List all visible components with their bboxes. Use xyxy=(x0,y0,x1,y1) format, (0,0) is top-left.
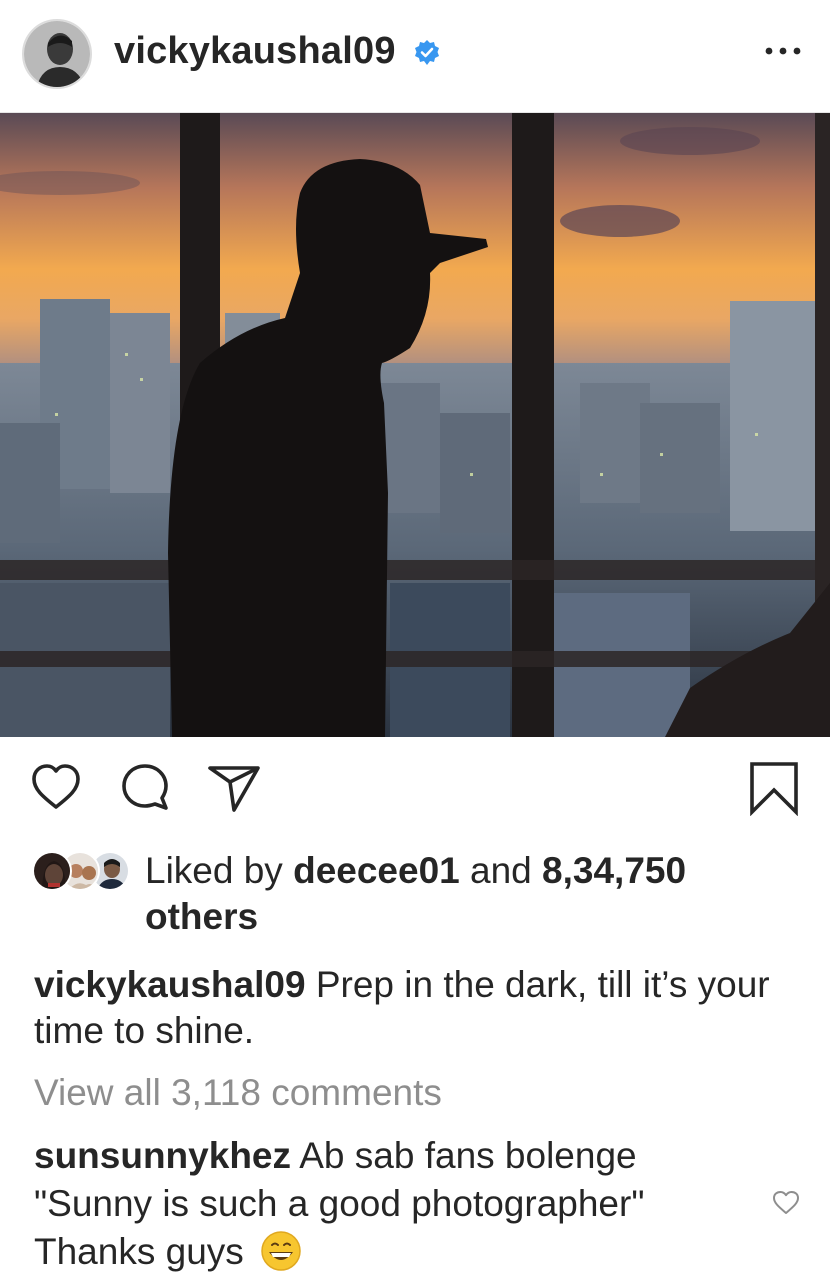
comment-username[interactable]: sunsunnykhez xyxy=(34,1135,291,1176)
likes-count[interactable]: 8,34,750 xyxy=(542,850,686,891)
caption-username[interactable]: vickykaushal09 xyxy=(34,964,306,1005)
post-image[interactable] xyxy=(0,113,830,737)
verified-badge-icon xyxy=(415,40,439,65)
grinning-face-emoji-icon xyxy=(261,1231,301,1271)
likes-connector: and xyxy=(470,850,532,891)
comment-like-heart-icon[interactable] xyxy=(771,1189,801,1217)
profile-avatar[interactable] xyxy=(22,19,92,89)
post-caption: vickykaushal09 Prep in the dark, till it… xyxy=(34,962,794,1054)
likes-suffix[interactable]: others xyxy=(145,896,258,937)
likes-summary[interactable]: Liked by deecee01 and 8,34,750 others xyxy=(145,848,785,940)
comment-item: sunsunnykhez Ab sab fans bolenge "Sunny … xyxy=(34,1132,744,1276)
bookmark-outline-icon[interactable] xyxy=(746,760,802,816)
more-horizontal-icon[interactable] xyxy=(758,36,808,66)
view-all-comments-link[interactable]: View all 3,118 comments xyxy=(34,1070,442,1116)
comment-bubble-icon[interactable] xyxy=(118,760,174,816)
post-username[interactable]: vickykaushal09 xyxy=(114,30,396,73)
action-bar xyxy=(0,760,830,820)
liker-username[interactable]: deecee01 xyxy=(293,850,460,891)
post-header: vickykaushal09 xyxy=(0,0,830,113)
heart-outline-icon[interactable] xyxy=(28,760,84,816)
liker-avatar xyxy=(32,851,72,891)
paper-plane-icon[interactable] xyxy=(206,760,262,816)
likes-prefix: Liked by xyxy=(145,850,283,891)
liker-avatars[interactable] xyxy=(32,851,132,891)
